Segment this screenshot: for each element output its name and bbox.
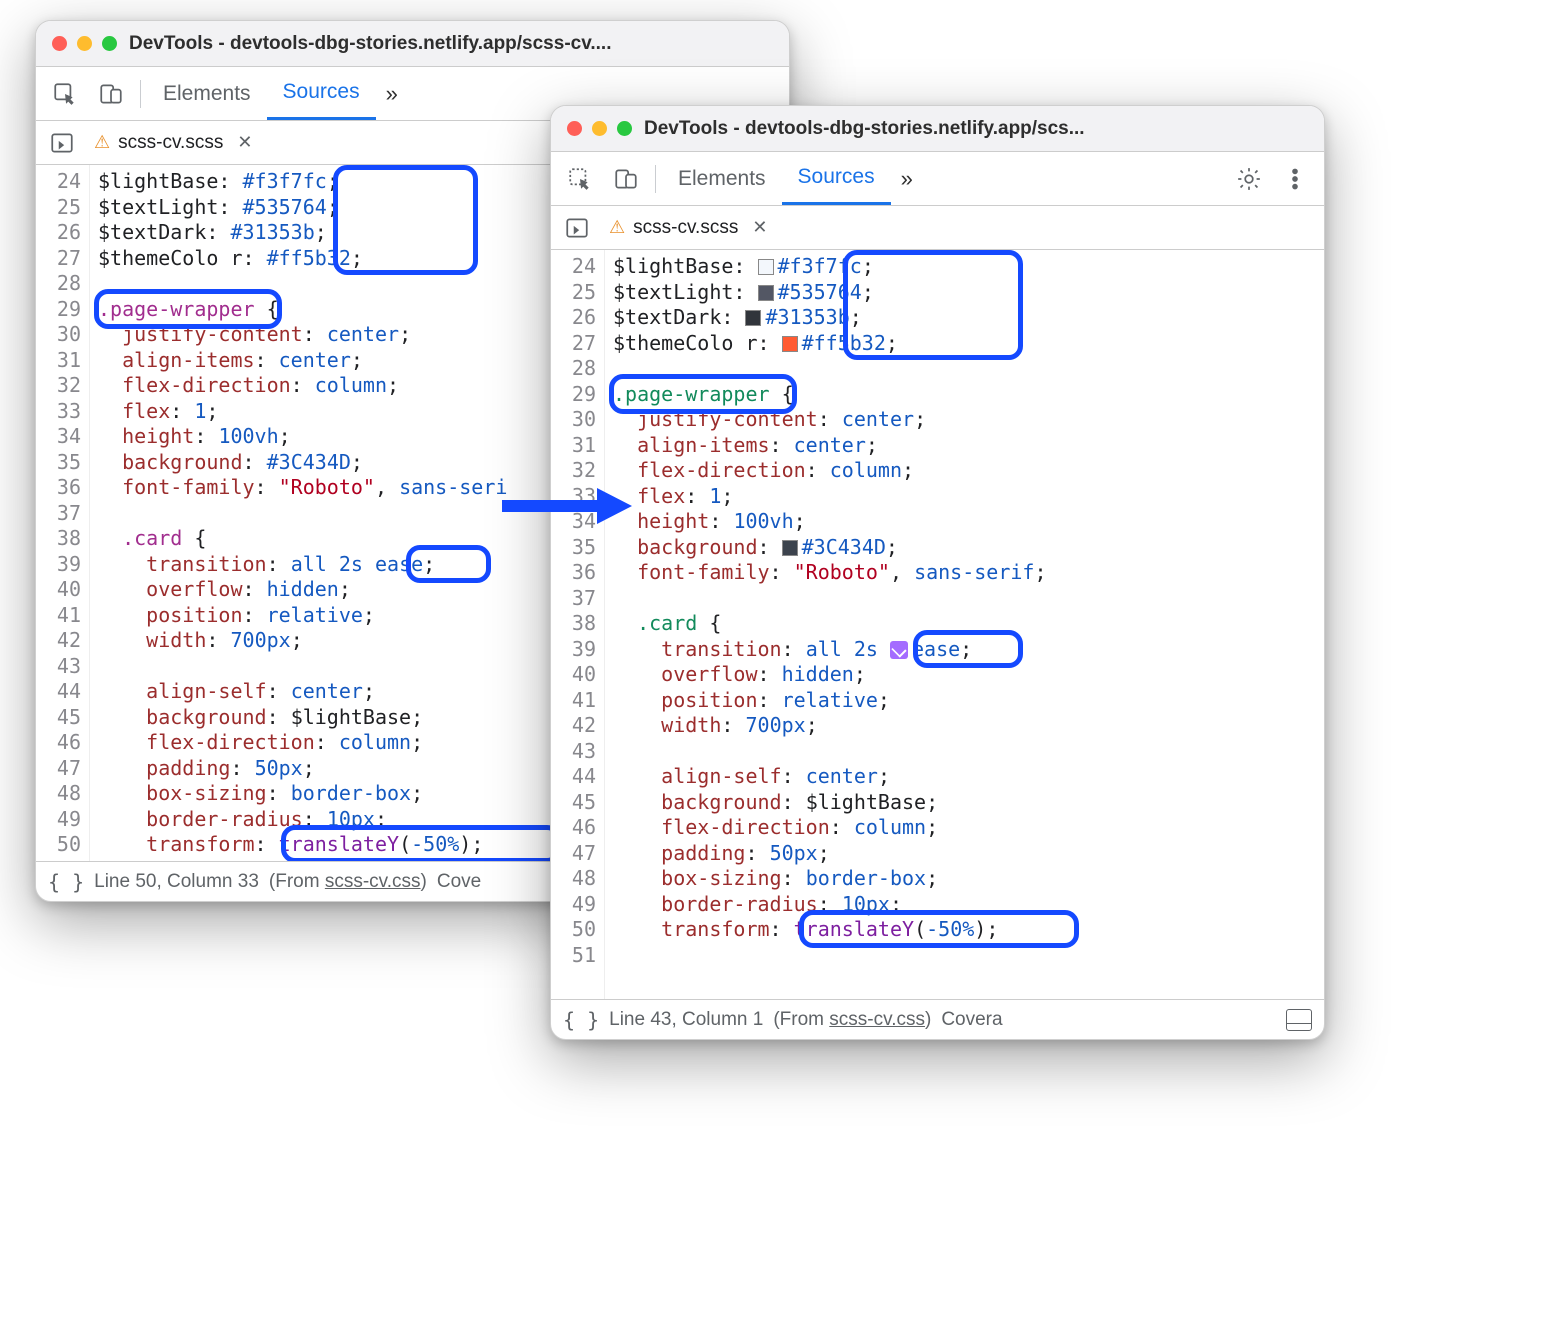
minimize-window-button[interactable] <box>592 121 607 136</box>
divider <box>655 165 656 193</box>
source-map-label: (From scss-cv.css) <box>269 871 427 893</box>
sources-subbar: ⚠︎ scss-cv.scss ✕ <box>551 206 1324 250</box>
close-tab-icon[interactable]: ✕ <box>231 132 252 153</box>
comparison-arrow-icon <box>502 486 632 526</box>
tab-elements[interactable]: Elements <box>662 152 782 205</box>
main-tabbar: Elements Sources » <box>551 152 1324 206</box>
more-tabs-icon[interactable]: » <box>891 166 923 192</box>
more-tabs-icon[interactable]: » <box>376 81 408 107</box>
divider <box>140 80 141 108</box>
source-map-link[interactable]: scss-cv.css <box>829 1009 925 1030</box>
close-tab-icon[interactable]: ✕ <box>746 217 767 238</box>
cursor-position: Line 43, Column 1 <box>609 1009 763 1031</box>
tab-sources[interactable]: Sources <box>782 152 891 205</box>
pretty-print-icon[interactable]: { } <box>48 870 84 894</box>
window-controls <box>567 121 632 136</box>
kebab-menu-icon[interactable] <box>1272 152 1318 205</box>
zoom-window-button[interactable] <box>102 36 117 51</box>
cursor-position: Line 50, Column 33 <box>94 871 259 893</box>
device-toolbar-icon[interactable] <box>603 152 649 205</box>
inspect-element-icon[interactable] <box>557 152 603 205</box>
show-drawer-icon[interactable] <box>1286 1009 1312 1031</box>
close-window-button[interactable] <box>567 121 582 136</box>
minimize-window-button[interactable] <box>77 36 92 51</box>
file-tab-label: scss-cv.scss <box>118 132 223 154</box>
coverage-truncated: Cove <box>437 871 481 893</box>
titlebar: DevTools - devtools-dbg-stories.netlify.… <box>36 21 789 67</box>
code-editor[interactable]: 24 25 26 27 28 29 30 31 32 33 34 35 36 3… <box>551 250 1324 999</box>
close-window-button[interactable] <box>52 36 67 51</box>
inspect-element-icon[interactable] <box>42 67 88 120</box>
code-area[interactable]: $lightBase: #f3f7fc; $textLight: #535764… <box>605 250 1055 999</box>
file-tab[interactable]: ⚠︎ scss-cv.scss ✕ <box>603 213 773 243</box>
source-map-label: (From scss-cv.css) <box>773 1009 931 1031</box>
source-map-link[interactable]: scss-cv.css <box>325 871 421 892</box>
tab-elements[interactable]: Elements <box>147 67 267 120</box>
file-tab-label: scss-cv.scss <box>633 217 738 239</box>
statusbar: { } Line 43, Column 1 (From scss-cv.css)… <box>551 999 1324 1039</box>
code-area[interactable]: $lightBase: #f3f7fc; $textLight: #535764… <box>90 165 515 861</box>
tab-sources[interactable]: Sources <box>267 67 376 120</box>
devtools-window-right: DevTools - devtools-dbg-stories.netlify.… <box>550 105 1325 1040</box>
show-navigator-icon[interactable] <box>561 215 593 241</box>
window-controls <box>52 36 117 51</box>
warning-icon: ⚠︎ <box>609 217 625 238</box>
pretty-print-icon[interactable]: { } <box>563 1008 599 1032</box>
line-gutter: 24 25 26 27 28 29 30 31 32 33 34 35 36 3… <box>551 250 605 999</box>
window-title: DevTools - devtools-dbg-stories.netlify.… <box>129 33 612 55</box>
coverage-truncated: Covera <box>941 1009 1002 1031</box>
line-gutter: 24 25 26 27 28 29 30 31 32 33 34 35 36 3… <box>36 165 90 861</box>
settings-icon[interactable] <box>1226 152 1272 205</box>
warning-icon: ⚠︎ <box>94 132 110 153</box>
zoom-window-button[interactable] <box>617 121 632 136</box>
device-toolbar-icon[interactable] <box>88 67 134 120</box>
show-navigator-icon[interactable] <box>46 130 78 156</box>
file-tab[interactable]: ⚠︎ scss-cv.scss ✕ <box>88 128 258 158</box>
titlebar: DevTools - devtools-dbg-stories.netlify.… <box>551 106 1324 152</box>
window-title: DevTools - devtools-dbg-stories.netlify.… <box>644 118 1085 140</box>
